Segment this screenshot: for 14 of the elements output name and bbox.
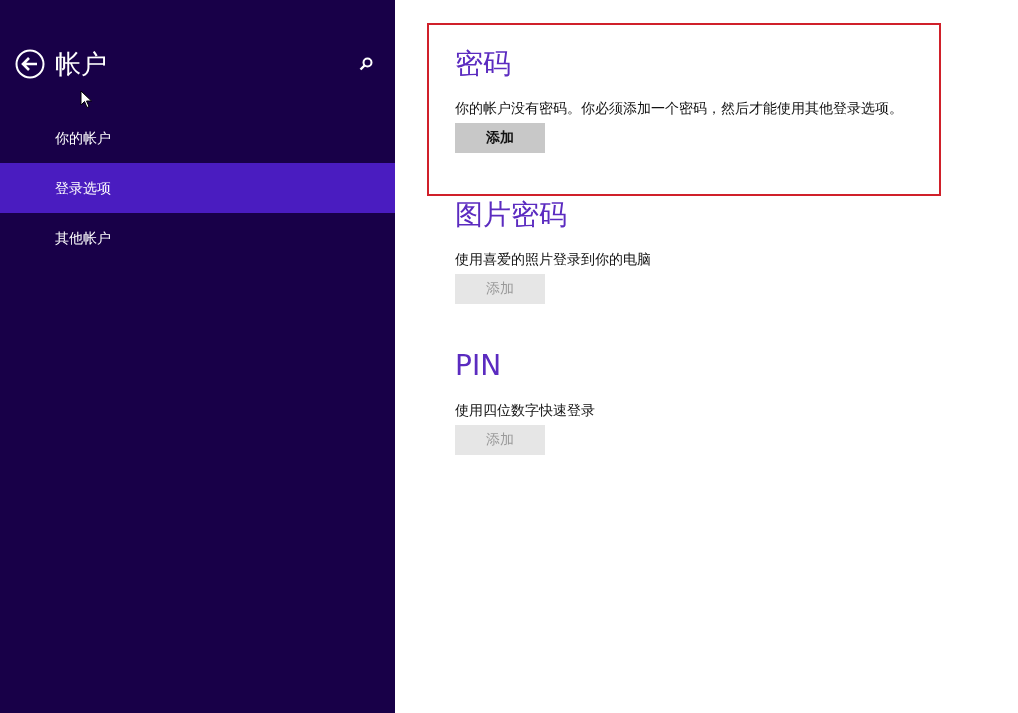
sidebar-item[interactable]: 其他帐户: [0, 213, 395, 263]
section-heading: PIN: [455, 348, 503, 384]
add-button[interactable]: 添加: [455, 123, 545, 153]
mouse-cursor-icon: [80, 90, 93, 109]
sidebar-item[interactable]: 登录选项: [0, 163, 395, 213]
section-heading: 密码: [455, 46, 512, 82]
section-description: 使用四位数字快速登录: [455, 401, 596, 420]
section-heading: 图片密码: [455, 197, 568, 233]
sidebar-item[interactable]: 你的帐户: [0, 113, 395, 163]
section-description: 你的帐户没有密码。你必须添加一个密码，然后才能使用其他登录选项。: [455, 99, 904, 118]
back-icon[interactable]: [15, 49, 45, 79]
sidebar-title: 帐户: [55, 48, 108, 81]
section-description: 使用喜爱的照片登录到你的电脑: [455, 250, 652, 269]
search-icon[interactable]: [359, 57, 373, 71]
